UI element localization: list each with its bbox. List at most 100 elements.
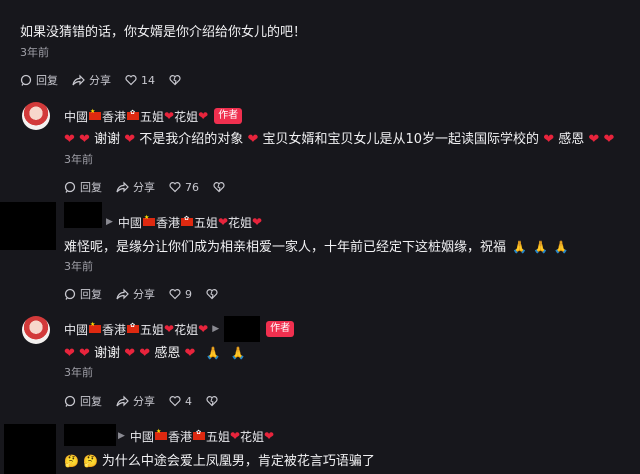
reply-button[interactable]: 回复 xyxy=(64,286,102,302)
text-segment: 谢谢 xyxy=(94,346,121,361)
heart-icon: ❤ xyxy=(79,346,90,361)
heart-icon: ❤ xyxy=(79,132,90,147)
text-segment: 为什么中途会爱上凤凰男，肯定被花言巧语骗了 xyxy=(101,454,375,469)
comment-3-reply-target[interactable]: ▶ 中國 香港 五姐 ❤ 花姐 ❤ xyxy=(102,213,262,231)
text-segment: 难怪呢，是缘分让你们成为相亲相爱一家人，十年前已经定下这桩姻缘，祝福 xyxy=(64,240,507,255)
username-part: 花姐 xyxy=(240,429,265,444)
reply-button[interactable]: 回复 xyxy=(64,393,102,409)
redacted-avatar xyxy=(4,424,56,474)
comment-4-actions: 回复 分享 4 xyxy=(64,392,236,410)
heart-icon: ❤ xyxy=(64,132,75,147)
like-button[interactable]: 9 xyxy=(169,288,192,301)
username-part: 花姐 xyxy=(228,215,253,230)
share-button[interactable]: 分享 xyxy=(72,72,111,88)
like-button[interactable]: 14 xyxy=(125,74,155,87)
text-segment: 感恩 xyxy=(558,132,585,147)
reply-button[interactable]: 回复 xyxy=(64,179,102,195)
author-badge: 作者 xyxy=(214,108,243,124)
comment-2-time: 3年前 xyxy=(64,153,93,166)
reply-arrow-icon: ▶ xyxy=(212,324,220,334)
like-count: 4 xyxy=(185,394,192,408)
share-button[interactable]: 分享 xyxy=(116,286,155,302)
reply-icon xyxy=(64,288,76,300)
comment-2-actions: 回复 分享 76 xyxy=(64,178,243,196)
heart-icon: ❤ xyxy=(588,132,600,147)
text-segment: 谢谢 xyxy=(94,132,121,147)
heart-icon: ❤ xyxy=(164,109,175,123)
comment-1-text: 如果没猜错的话，你女婿是你介绍给你女儿的吧！ xyxy=(20,25,307,40)
heart-icon: ❤ xyxy=(229,429,241,443)
reply-button[interactable]: 回复 xyxy=(20,72,58,88)
praying-hands-icon: 🙏 xyxy=(205,346,221,360)
china-flag-icon xyxy=(154,428,167,440)
text-segment: 不是我介绍的对象 xyxy=(139,132,244,147)
share-label: 分享 xyxy=(133,395,155,408)
broken-heart-icon xyxy=(213,182,225,193)
hongkong-flag-icon xyxy=(127,322,140,333)
author-badge: 作者 xyxy=(266,321,295,337)
praying-hands-icon: 🙏 xyxy=(532,240,548,254)
china-flag-icon xyxy=(142,214,155,226)
comment-1-time: 3年前 xyxy=(20,46,49,59)
avatar[interactable] xyxy=(22,102,50,130)
china-flag-icon xyxy=(89,108,102,120)
comment-3-text: 难怪呢，是缘分让你们成为相亲相爱一家人，十年前已经定下这桩姻缘，祝福 🙏 🙏 🙏 xyxy=(64,238,569,257)
share-label: 分享 xyxy=(133,288,155,301)
text-segment: 宝贝女婿和宝贝女儿是从10岁一起读国际学校的 xyxy=(262,132,540,147)
username-part: 中國 xyxy=(64,322,89,337)
like-button[interactable]: 4 xyxy=(169,395,192,408)
heart-icon: ❤ xyxy=(124,346,136,361)
redacted-username xyxy=(64,424,116,446)
comment-2-username[interactable]: 中國 香港 五姐 ❤ 花姐 ❤ 作者 xyxy=(64,107,243,125)
broken-heart-icon xyxy=(169,75,181,86)
comment-5-reply-target[interactable]: ▶ 中國 香港 五姐 ❤ 花姐 ❤ xyxy=(114,427,274,445)
heart-outline-icon xyxy=(125,75,137,86)
username-part: 香港 xyxy=(102,109,127,124)
username-part: 中國 xyxy=(129,429,154,444)
redacted-username xyxy=(64,202,102,228)
share-icon xyxy=(72,74,85,86)
thinking-face-icon: 🤔 xyxy=(82,454,98,468)
reply-label: 回复 xyxy=(80,288,102,301)
heart-icon: ❤ xyxy=(198,322,209,336)
heart-icon: ❤ xyxy=(264,429,275,443)
username-part: 香港 xyxy=(155,215,180,230)
avatar[interactable] xyxy=(22,316,50,344)
like-button[interactable]: 76 xyxy=(169,181,199,194)
reply-arrow-icon: ▶ xyxy=(118,431,125,441)
hongkong-flag-icon xyxy=(192,429,205,440)
username-part: 五姐 xyxy=(205,429,230,444)
like-count: 14 xyxy=(141,73,155,87)
heart-icon: ❤ xyxy=(217,215,229,229)
heart-icon: ❤ xyxy=(198,109,209,123)
comment-4-username[interactable]: 中國 香港 五姐 ❤ 花姐 ❤ ▶ 作者 xyxy=(64,316,295,342)
reply-label: 回复 xyxy=(36,74,58,87)
comment-2-text: ❤ ❤ 谢谢 ❤ 不是我介绍的对象 ❤ 宝贝女婿和宝贝女儿是从10岁一起读国际学… xyxy=(64,131,614,149)
dislike-button[interactable] xyxy=(206,395,222,407)
username-part: 香港 xyxy=(167,429,192,444)
like-count: 76 xyxy=(185,180,199,194)
heart-icon: ❤ xyxy=(139,346,151,361)
heart-icon: ❤ xyxy=(247,132,259,147)
hongkong-flag-icon xyxy=(127,109,140,120)
comment-3-actions: 回复 分享 9 xyxy=(64,285,236,303)
dislike-button[interactable] xyxy=(169,74,185,86)
praying-hands-icon: 🙏 xyxy=(230,346,246,360)
heart-icon: ❤ xyxy=(124,132,136,147)
reply-icon xyxy=(64,395,76,407)
heart-icon: ❤ xyxy=(543,132,555,147)
dislike-button[interactable] xyxy=(206,288,222,300)
comment-3-time: 3年前 xyxy=(64,260,93,273)
heart-icon: ❤ xyxy=(64,346,75,361)
broken-heart-icon xyxy=(206,289,218,300)
share-button[interactable]: 分享 xyxy=(116,179,155,195)
username-part: 五姐 xyxy=(193,215,218,230)
share-button[interactable]: 分享 xyxy=(116,393,155,409)
share-label: 分享 xyxy=(89,74,111,87)
reply-arrow-icon: ▶ xyxy=(106,217,113,227)
reply-label: 回复 xyxy=(80,181,102,194)
heart-icon: ❤ xyxy=(603,132,615,147)
heart-icon: ❤ xyxy=(252,215,263,229)
share-icon xyxy=(116,288,129,300)
dislike-button[interactable] xyxy=(213,181,229,193)
